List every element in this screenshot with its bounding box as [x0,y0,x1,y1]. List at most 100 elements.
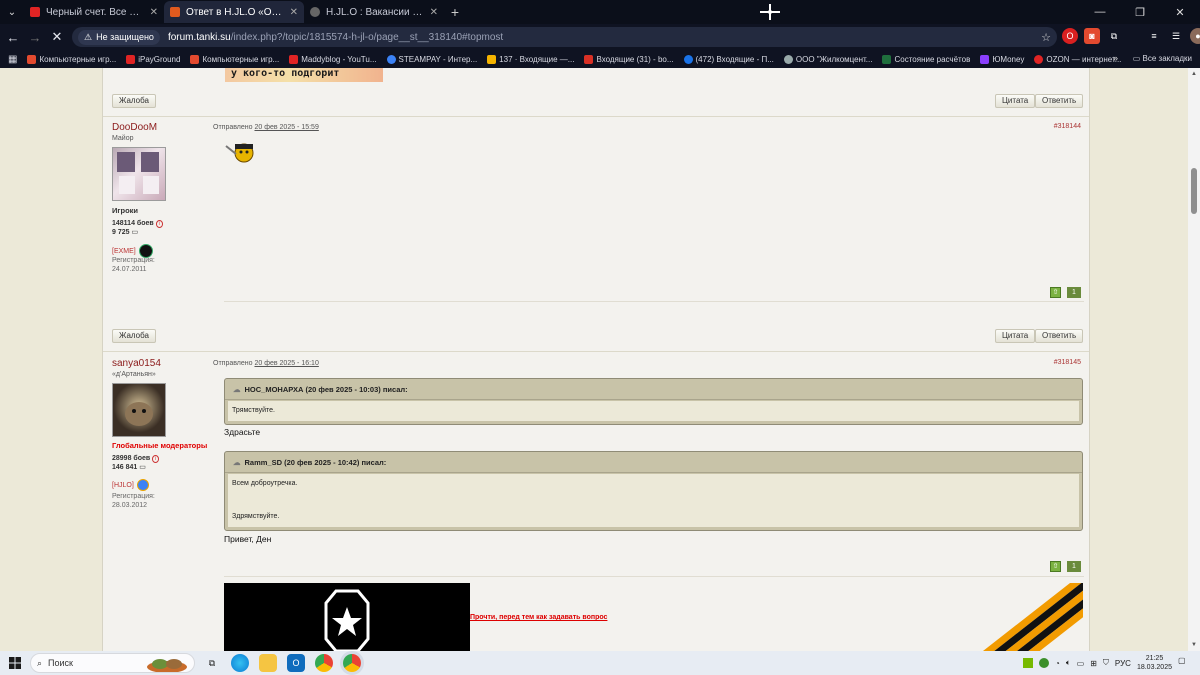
author-avatar[interactable] [112,383,166,437]
volume-icon[interactable]: 🔈︎ [1066,658,1071,668]
reputation-up-icon[interactable]: ⇧ [1050,287,1061,298]
bookmark-item[interactable]: OZON — интернет... [1034,54,1122,64]
notifications-icon[interactable]: ▢ [1178,656,1192,670]
bookmark-item[interactable]: ООО "Жилкомцент... [783,54,872,64]
reputation-value: 1 [1067,561,1081,572]
bookmark-item[interactable]: Компьютерные игр... [190,54,279,64]
edge-icon[interactable] [231,654,249,672]
quote-button[interactable]: Цитата [995,329,1036,343]
extension-red-icon[interactable]: ◙ [1084,28,1100,44]
profile-avatar-icon[interactable]: ● [1190,28,1200,44]
bookmark-item[interactable]: Входящие (31) - bo... [584,54,674,64]
bookmarks-panel-icon[interactable]: ☰ [1168,28,1184,44]
all-bookmarks-folder[interactable]: ▭ Все закладки [1133,54,1192,63]
tab-1[interactable]: Черный счет. Все серии. Фен... ✕ [24,1,164,23]
reply-text: Здрасьте [224,427,261,437]
windows-start-icon[interactable] [0,657,30,669]
info-icon[interactable]: i [155,220,163,228]
bookmark-item[interactable]: (472) Входящие - П... [683,54,774,64]
close-window-icon[interactable]: ✕ [1160,0,1200,24]
bookmark-label: 137 · Входящие —... [499,54,575,64]
quote-line: Всем доброутречка. [232,480,298,487]
post-divider [103,351,1089,352]
quote-button[interactable]: Цитата [995,94,1036,108]
bookmark-favicon-icon [126,54,136,64]
bookmark-star-icon[interactable]: ☆ [1041,31,1051,44]
all-bookmarks-label: Все закладки [1142,54,1192,63]
security-chip[interactable]: ⚠ Не защищено [78,29,160,45]
tab-close-icon[interactable]: ✕ [290,7,298,18]
tab-title: H.JL.O : Вакансии кланов - О... [326,6,424,18]
bookmark-item[interactable]: ЮMoney [980,54,1024,64]
bookmark-item[interactable]: Состояние расчётов [882,54,970,64]
camera-icon[interactable]: ▭ [1077,659,1085,668]
info-icon[interactable]: i [152,455,160,463]
report-button[interactable]: Жалоба [112,94,156,108]
tab-close-icon[interactable]: ✕ [150,7,158,18]
language-indicator[interactable]: РУС [1115,659,1131,668]
post-number[interactable]: #318145 [1054,359,1081,366]
media-control-icon[interactable]: ≡ [1146,28,1162,44]
loading-favicon-icon [310,7,320,17]
new-tab-button[interactable]: + [444,4,466,20]
chrome-active-icon[interactable] [343,654,361,672]
post-author[interactable]: DooDooM [112,122,157,133]
security-label: Не защищено [96,32,154,42]
report-button[interactable]: Жалоба [112,329,156,343]
bookmark-item[interactable]: 137 · Входящие —... [487,54,575,64]
previous-post-signature-image: у кого-то подгорит [225,68,383,82]
tab-close-icon[interactable]: ✕ [430,7,438,18]
chrome-icon[interactable] [315,654,333,672]
bookmark-item[interactable]: Компьютерные игр... [27,54,116,64]
bookmarks-overflow-icon[interactable]: » [1113,53,1118,63]
post-author[interactable]: sanya0154 [112,358,161,369]
tab-search-icon[interactable]: ⌄ [0,0,24,24]
scroll-down-icon[interactable]: ▼ [1191,642,1197,648]
forward-icon[interactable]: → [24,26,46,48]
apps-grid-icon[interactable]: ▦ [8,54,17,65]
nvidia-icon[interactable] [1023,658,1033,668]
faq-link[interactable]: Прочти, перед тем как задавать вопрос [470,614,607,621]
file-explorer-icon[interactable] [259,654,277,672]
quote-author: НОС_МОНАРХА (20 фев 2025 - 10:03) писал: [244,384,408,394]
network-icon[interactable]: ⊞ [1090,659,1097,668]
reputation-up-icon[interactable]: ⇧ [1050,561,1061,572]
scrollbar-thumb[interactable] [1191,168,1197,214]
back-icon[interactable]: ← [2,26,24,48]
tab-2[interactable]: Ответ в H.JL.O «Официальны... ✕ [164,1,304,23]
bookmark-favicon-icon [584,54,594,64]
bookmark-item[interactable]: iPayGround [126,54,180,64]
taskbar-search-input[interactable]: ⌕ Поиск [30,653,195,673]
tray-app-icon[interactable] [1039,658,1049,668]
clan-tag: [HJLO] [112,481,134,489]
author-clan[interactable]: [HJLO] [112,479,149,491]
outlook-icon[interactable]: O [287,654,305,672]
bookmark-item[interactable]: STEAMPAY - Интер... [386,54,477,64]
bookmark-favicon-icon [487,54,497,64]
extension-puzzle-icon[interactable]: ⧉ [1106,28,1122,44]
window-controls: — ❐ ✕ [1080,0,1200,24]
reply-button[interactable]: Ответить [1035,329,1084,343]
warning-icon: ⚠ [84,31,93,42]
tab-3[interactable]: H.JL.O : Вакансии кланов - О... ✕ [304,1,444,23]
quote-header: ☁ НОС_МОНАРХА (20 фев 2025 - 10:03) писал… [225,379,1082,400]
post-date-link[interactable]: 20 фев 2025 - 16:10 [254,360,318,367]
system-clock[interactable]: 21:25 18.03.2025 [1137,654,1172,672]
opera-extension-icon[interactable]: O [1062,28,1078,44]
page-scrollbar[interactable]: ▲ ▼ [1188,68,1200,651]
address-bar[interactable]: ⚠ Не защищено forum.tanki.su/index.php?/… [72,27,1057,47]
bookmark-label: OZON — интернет... [1046,54,1122,64]
task-view-icon[interactable]: ⧉ [203,654,221,672]
stop-loading-icon[interactable]: ✕ [46,26,68,48]
minimize-icon[interactable]: — [1080,0,1120,24]
bookmark-item[interactable]: Maddyblog - YouTu... [289,54,377,64]
reply-text: Привет, Ден [224,534,272,544]
scroll-up-icon[interactable]: ▲ [1191,71,1197,77]
wifi-icon[interactable]: ◔ [1055,659,1060,668]
reply-button[interactable]: Ответить [1035,94,1084,108]
author-avatar[interactable] [112,147,166,201]
post-number[interactable]: #318144 [1054,123,1081,130]
post-date-link[interactable]: 20 фев 2025 - 15:59 [254,124,318,131]
shield-tray-icon[interactable]: ⛉ [1103,658,1109,668]
maximize-icon[interactable]: ❐ [1120,0,1160,24]
